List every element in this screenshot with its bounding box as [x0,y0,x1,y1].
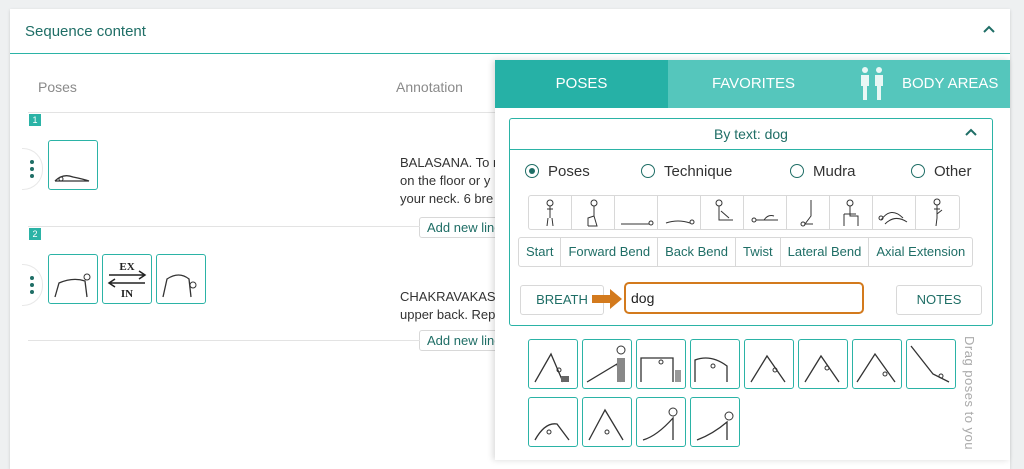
divider [28,340,420,341]
pose-tile-balasana[interactable] [48,140,98,190]
annotation-text: CHAKRAVAKASA upper back. Rep [400,289,505,322]
step-number: 2 [29,228,41,240]
radio-mudra[interactable]: Mudra [790,163,856,180]
drag-hint-text: Drag poses to you [962,336,977,451]
chevron-up-icon[interactable] [982,23,996,37]
pose-tile-chakravakasana-1[interactable] [48,254,98,304]
annotation-text: BALASANA. To r on the floor or y your ne… [400,155,498,206]
subcategory-axial-extension[interactable]: Axial Extension [869,238,972,266]
chevron-up-icon[interactable] [964,126,978,140]
arrow-right-icon [592,287,624,311]
radio-dot-icon [911,164,925,178]
subcategory-twist[interactable]: Twist [736,238,781,266]
radio-other[interactable]: Other [911,163,972,180]
seated-pose-icon[interactable] [701,196,744,229]
radio-technique[interactable]: Technique [641,163,732,180]
tab-body-areas[interactable]: BODY AREAS [839,60,1010,108]
standing-pose-icon[interactable] [529,196,572,229]
result-pose-tile[interactable] [528,339,578,389]
result-pose-tile[interactable] [906,339,956,389]
filter-title: By text: dog [714,126,788,142]
result-pose-tile[interactable] [690,397,740,447]
search-row: BREATH NOTES [520,282,984,315]
side-lying-pose-icon[interactable] [744,196,787,229]
subcategory-bar: Start Forward Bend Back Bend Twist Later… [518,237,974,267]
filter-box: By text: dog Poses Technique Mudra Other… [509,118,993,326]
card-title: Sequence content [25,23,146,40]
result-pose-tile[interactable] [690,339,740,389]
tab-favorites[interactable]: FAVORITES [668,60,839,108]
result-pose-tile[interactable] [636,339,686,389]
step-menu-button[interactable] [22,148,43,190]
inversion-pose-icon[interactable] [787,196,830,229]
tab-poses[interactable]: POSES [495,60,668,108]
breath-transition-tile[interactable]: EX IN [102,254,152,304]
supine-pose-icon[interactable] [615,196,658,229]
subcategory-forward-bend[interactable]: Forward Bend [561,238,659,266]
result-pose-tile[interactable] [528,397,578,447]
result-pose-tile[interactable] [582,339,632,389]
result-pose-tile[interactable] [852,339,902,389]
subcategory-lateral-bend[interactable]: Lateral Bend [781,238,870,266]
twist-pose-icon[interactable] [873,196,916,229]
radio-dot-icon [790,164,804,178]
column-header-poses: Poses [38,79,77,95]
divider [28,226,420,227]
chair-pose-icon[interactable] [830,196,873,229]
radio-dot-icon [525,164,539,178]
panel-tabs: POSES FAVORITES BODY AREAS [495,60,1010,108]
prone-pose-icon[interactable] [658,196,701,229]
notes-button[interactable]: NOTES [896,285,982,315]
filter-header[interactable]: By text: dog [510,119,992,150]
body-figures-icon [857,66,887,102]
breath-in-label: IN [121,288,133,300]
result-pose-tile[interactable] [636,397,686,447]
search-input[interactable] [624,282,864,314]
step-menu-button[interactable] [22,264,43,306]
subcategory-start[interactable]: Start [519,238,562,266]
breath-ex-label: EX [119,261,134,273]
result-pose-tile[interactable] [582,397,632,447]
card-header[interactable]: Sequence content [10,9,1010,54]
tab-body-areas-label: BODY AREAS [902,75,999,92]
pose-tile-chakravakasana-2[interactable] [156,254,206,304]
radio-poses[interactable]: Poses [525,163,590,180]
column-header-annotation: Annotation [396,79,463,95]
balance-pose-icon[interactable] [916,196,959,229]
result-pose-tile[interactable] [798,339,848,389]
step-number: 1 [29,114,41,126]
result-pose-tile[interactable] [744,339,794,389]
pose-category-bar [528,195,960,230]
kneeling-pose-icon[interactable] [572,196,615,229]
radio-dot-icon [641,164,655,178]
divider [28,112,508,113]
subcategory-back-bend[interactable]: Back Bend [658,238,736,266]
